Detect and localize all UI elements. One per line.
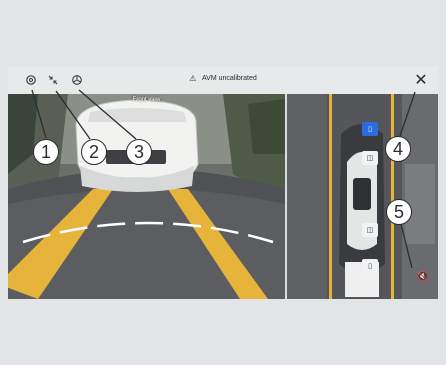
rear-camera-button[interactable]: ▯ [362,259,378,273]
close-button[interactable]: ✕ [410,69,432,91]
callout-1: 1 [33,139,59,165]
front-camera-view: Front view [8,94,285,299]
front-camera-image [8,94,285,299]
mute-button[interactable]: 🔇 [414,267,432,285]
rear-side-camera-button[interactable]: ◫ [362,223,378,237]
front-camera-button[interactable]: ▯ [362,122,378,136]
close-icon: ✕ [414,72,428,89]
warning-icon: ⚠ [189,74,197,83]
camera-icon: ▯ [368,126,372,133]
avm-screen: ⚠ AVM uncalibrated ✕ Front view ▯ ◫ ◫ ▯ … [8,66,438,299]
front-view-label: Front view [132,97,161,103]
side-camera-icon: ◫ [366,227,374,234]
status-text: AVM uncalibrated [202,75,257,82]
camera-icon: ▯ [368,263,372,270]
callout-4: 4 [385,136,411,162]
front-side-camera-button[interactable]: ◫ [362,151,378,165]
callout-5: 5 [386,199,412,225]
mute-icon: 🔇 [417,270,429,281]
callout-3: 3 [126,139,152,165]
birdseye-view: ▯ ◫ ◫ ▯ 🔇 [287,94,438,299]
calibration-status: ⚠ AVM uncalibrated [8,74,438,83]
callout-2: 2 [81,139,107,165]
top-bar: ⚠ AVM uncalibrated ✕ [8,66,438,94]
side-camera-icon: ◫ [366,155,374,162]
